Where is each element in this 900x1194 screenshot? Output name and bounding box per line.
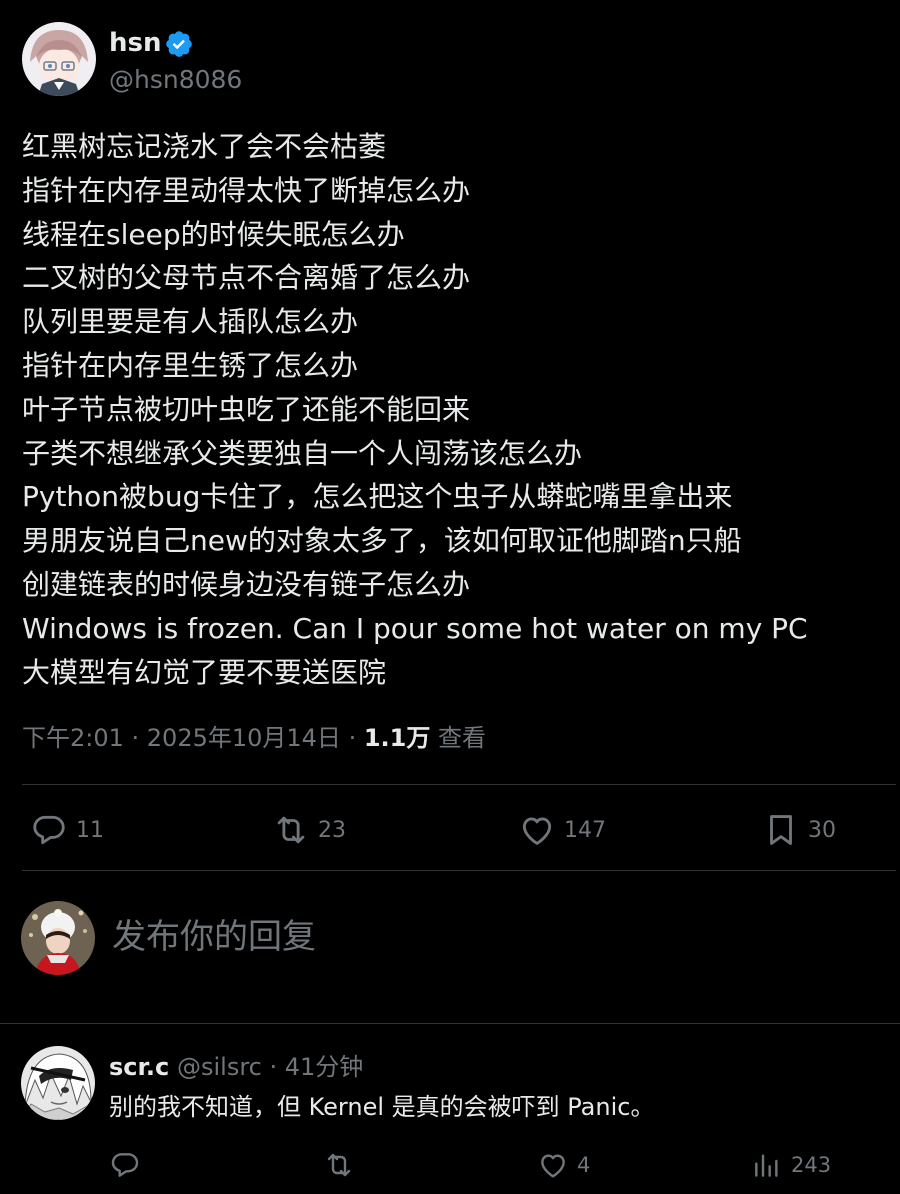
reply-like-count: 4 — [577, 1153, 591, 1177]
bookmark-icon — [770, 815, 792, 845]
post-timestamp[interactable]: 下午2:01 · 2025年10月14日 · — [22, 724, 364, 752]
like-icon — [541, 1154, 565, 1178]
post-meta: 下午2:01 · 2025年10月14日 · 1.1万 查看 — [22, 718, 486, 758]
reply-views-button[interactable]: 243 — [751, 1145, 831, 1185]
divider — [22, 870, 896, 871]
like-icon — [522, 817, 552, 845]
post-line: 男朋友说自己new的对象太多了，该如何取证他脚踏n只船 — [22, 524, 742, 558]
post-line: 子类不想继承父类要独自一个人闯荡该怎么办 — [22, 436, 583, 470]
divider — [22, 784, 896, 785]
repost-button[interactable]: 23 — [272, 806, 346, 854]
post-body: 红黑树忘记浇水了会不会枯萎 指针在内存里动得太快了断掉怎么办 线程在sleep的… — [22, 125, 882, 694]
reply-author-name[interactable]: scr.c — [109, 1050, 169, 1084]
reply-input[interactable]: 发布你的回复 — [112, 913, 316, 961]
post-line: Python被bug卡住了，怎么把这个虫子从蟒蛇嘴里拿出来 — [22, 480, 733, 514]
reply-like-button[interactable]: 4 — [537, 1145, 590, 1185]
like-count: 147 — [564, 817, 606, 843]
repost-icon — [327, 1153, 351, 1177]
post-line: 红黑树忘记浇水了会不会枯萎 — [22, 130, 387, 163]
like-button[interactable]: 147 — [518, 806, 606, 854]
repost-icon — [277, 816, 305, 844]
divider — [0, 1023, 900, 1024]
post-line: 指针在内存里动得太快了断掉怎么办 — [22, 173, 471, 207]
reply-views-count: 243 — [791, 1153, 832, 1177]
views-count: 1.1万 — [363, 724, 431, 752]
reply-count: 11 — [76, 817, 104, 843]
reply-text: 别的我不知道，但 Kernel 是真的会被吓到 Panic。 — [109, 1093, 655, 1121]
views-icon — [755, 1154, 778, 1177]
reply-repost-button[interactable] — [323, 1145, 363, 1185]
reply-author-avatar[interactable] — [21, 1046, 95, 1120]
post-line: 叶子节点被切叶虫吃了还能不能回来 — [22, 392, 471, 426]
bookmark-button[interactable]: 30 — [762, 806, 836, 854]
current-user-avatar[interactable] — [21, 901, 95, 975]
reply-button[interactable]: 11 — [30, 806, 104, 854]
post-line: 创建链表的时候身边没有链子怎么办 — [22, 567, 471, 601]
post-line: 大模型有幻觉了要不要送医院 — [22, 655, 387, 689]
verified-badge-icon — [164, 29, 194, 59]
post-line: 二叉树的父母节点不合离婚了怎么办 — [22, 261, 471, 295]
post-line: 队列里要是有人插队怎么办 — [22, 305, 359, 339]
bookmark-count: 30 — [808, 817, 836, 843]
author-name[interactable]: hsn — [109, 26, 162, 60]
repost-count: 23 — [318, 817, 346, 843]
views-label: 查看 — [430, 724, 486, 752]
reply-icon — [33, 815, 65, 845]
author-avatar[interactable] — [22, 22, 96, 96]
post-line: 指针在内存里生锈了怎么办 — [22, 348, 359, 382]
post-line: Windows is frozen. Can I pour some hot w… — [22, 611, 808, 645]
reply-reply-button[interactable] — [109, 1145, 149, 1185]
reply-icon — [111, 1153, 139, 1177]
post-line: 线程在sleep的时候失眠怎么办 — [22, 217, 405, 251]
reply-author-meta[interactable]: @silsrc · 41分钟 — [177, 1050, 363, 1084]
author-handle[interactable]: @hsn8086 — [109, 64, 242, 96]
